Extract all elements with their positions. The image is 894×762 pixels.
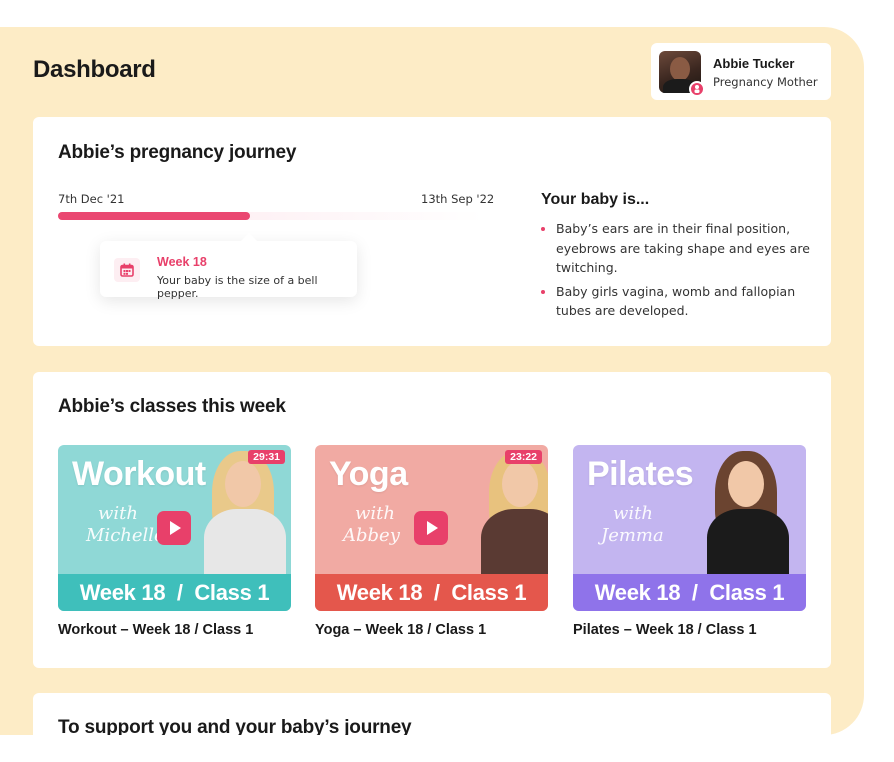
profile-name: Abbie Tucker	[713, 56, 795, 71]
class-card[interactable]: Pilates with Jemma Week 18 / Class 1 Pilates…	[573, 445, 806, 638]
class-thumbnail[interactable]: Pilates with Jemma Week 18 / Class 1	[573, 445, 806, 611]
duration-badge: 23:22	[505, 450, 542, 464]
baby-badge-icon	[689, 81, 705, 97]
baby-facts-list: Baby’s ears are in their final position,…	[541, 219, 811, 325]
thumbnail-title: Yoga	[329, 455, 408, 493]
page-title: Dashboard	[33, 56, 156, 83]
classes-title: Abbie’s classes this week	[58, 396, 286, 417]
thumbnail-with: with	[98, 503, 138, 524]
thumbnail-title: Workout	[72, 455, 206, 493]
support-title: To support you and your baby’s journey	[58, 717, 412, 735]
thumbnail-title: Pilates	[587, 455, 694, 493]
current-week-tooltip: Week 18 Your baby is the size of a bell …	[100, 233, 357, 300]
baby-fact: Baby’s ears are in their final position,…	[541, 219, 811, 278]
class-thumbnail[interactable]: Workout with Michelle 29:31 Week 18 / Class …	[58, 445, 291, 611]
thumbnail-instructor: Jemma	[601, 525, 664, 546]
start-date: 7th Dec '21	[58, 192, 125, 206]
end-date: 13th Sep '22	[421, 192, 495, 206]
current-week-text: Your baby is the size of a bell pepper.	[157, 274, 318, 300]
instructor-photo	[198, 451, 291, 581]
classes-card: Abbie’s classes this week Workout with Mic…	[33, 372, 831, 668]
class-label[interactable]: Pilates – Week 18 / Class 1	[573, 622, 806, 638]
current-week: Week 18	[157, 255, 207, 269]
class-thumbnail[interactable]: Yoga with Abbey 23:22 Week 18 / Class 1	[315, 445, 548, 611]
thumbnail-with: with	[355, 503, 395, 524]
week-class-band: Week 18 / Class 1	[58, 574, 291, 611]
play-icon[interactable]	[157, 511, 191, 545]
thumbnail-instructor: Abbey	[343, 525, 400, 546]
journey-title: Abbie’s pregnancy journey	[58, 142, 297, 163]
support-card: To support you and your baby’s journey	[33, 693, 831, 735]
thumbnail-instructor: Michelle	[86, 525, 165, 546]
duration-badge: 29:31	[248, 450, 285, 464]
class-label[interactable]: Yoga – Week 18 / Class 1	[315, 622, 548, 638]
class-card[interactable]: Workout with Michelle 29:31 Week 18 / Class …	[58, 445, 291, 638]
user-profile-card[interactable]: Abbie Tucker Pregnancy Mother	[651, 43, 831, 100]
thumbnail-with: with	[613, 503, 653, 524]
baby-fact: Baby girls vagina, womb and fallopian tu…	[541, 282, 811, 321]
instructor-photo	[475, 451, 548, 581]
class-card[interactable]: Yoga with Abbey 23:22 Week 18 / Class 1 Yoga …	[315, 445, 548, 638]
pregnancy-journey-card: Abbie’s pregnancy journey 7th Dec '21 13…	[33, 117, 831, 346]
week-class-band: Week 18 / Class 1	[315, 574, 548, 611]
play-icon[interactable]	[414, 511, 448, 545]
profile-role: Pregnancy Mother	[713, 75, 818, 89]
class-label[interactable]: Workout – Week 18 / Class 1	[58, 622, 291, 638]
week-class-band: Week 18 / Class 1	[573, 574, 806, 611]
calendar-icon	[114, 258, 140, 282]
instructor-photo	[701, 451, 796, 581]
baby-heading: Your baby is...	[541, 191, 650, 208]
progress-fill	[58, 212, 250, 220]
